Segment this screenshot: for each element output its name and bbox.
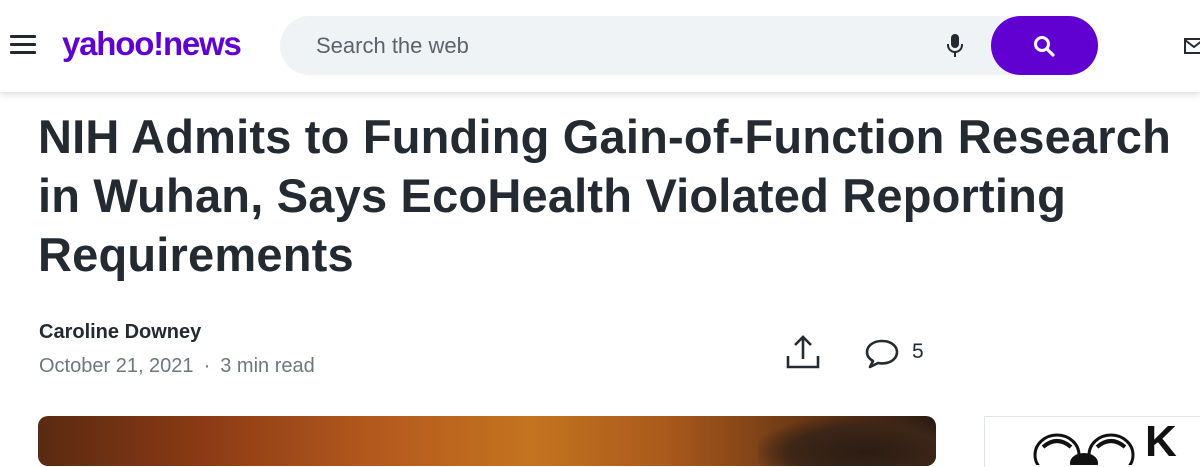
search-bar xyxy=(280,16,1098,75)
top-navigation-bar: yahoo!news xyxy=(0,0,1200,92)
comment-icon[interactable] xyxy=(864,338,900,370)
article-author[interactable]: Caroline Downey xyxy=(39,321,201,344)
logo-brand: yahoo! xyxy=(62,25,164,62)
meta-separator: · xyxy=(203,355,211,377)
comment-count[interactable]: 5 xyxy=(912,340,924,364)
side-advertisement[interactable]: K xyxy=(984,416,1200,467)
yahoo-news-logo[interactable]: yahoo!news xyxy=(62,24,242,64)
search-button[interactable] xyxy=(991,16,1098,75)
read-time: 3 min read xyxy=(220,355,315,377)
magnifier-icon xyxy=(1034,36,1055,57)
publish-date: October 21, 2021 xyxy=(39,355,194,377)
microphone-icon[interactable] xyxy=(945,33,965,59)
article-meta: October 21, 2021 · 3 min read xyxy=(39,355,315,378)
article-headline: NIH Admits to Funding Gain-of-Function R… xyxy=(38,110,1172,281)
logo-section: news xyxy=(162,25,242,62)
ad-brand-letter: K xyxy=(1145,417,1177,466)
hamburger-menu-icon[interactable] xyxy=(10,35,36,55)
mail-icon[interactable] xyxy=(1184,38,1200,54)
share-icon[interactable] xyxy=(786,334,820,370)
hero-image-shadow xyxy=(758,416,936,466)
article-hero-image xyxy=(38,416,936,466)
mascot-icon xyxy=(1033,433,1135,465)
search-input[interactable] xyxy=(314,28,918,64)
